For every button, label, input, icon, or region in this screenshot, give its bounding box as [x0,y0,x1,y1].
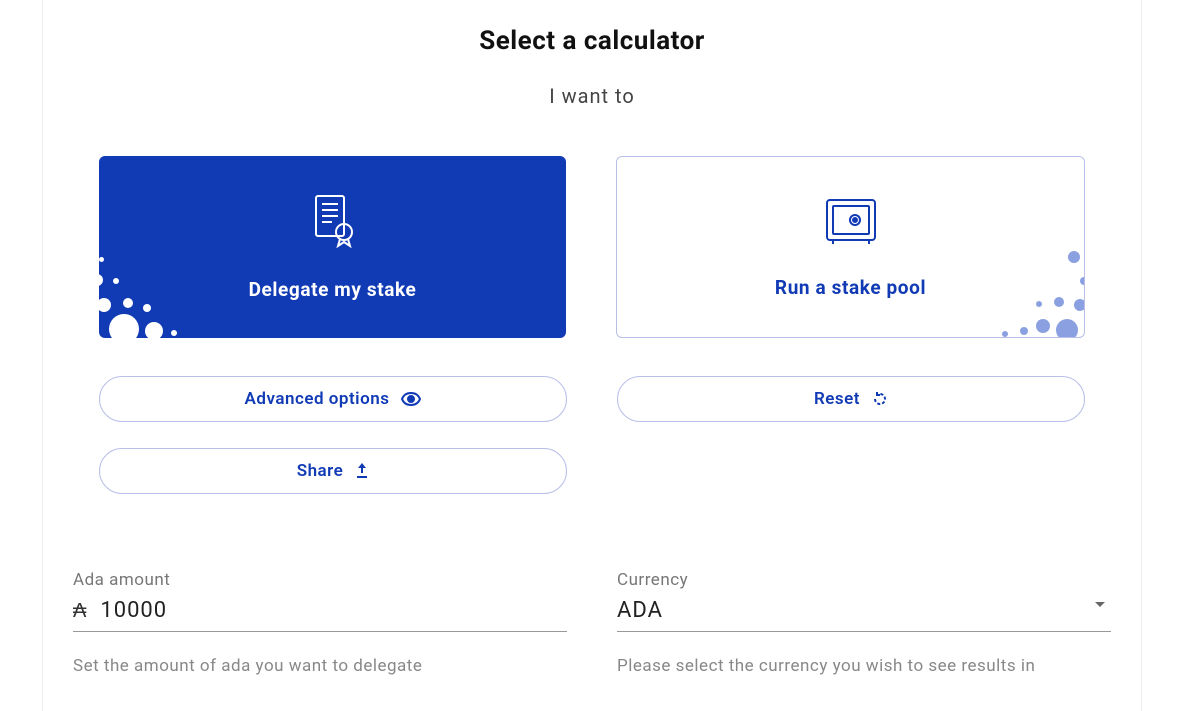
share-button[interactable]: Share [99,448,567,494]
reset-button[interactable]: Reset [617,376,1085,422]
delegate-card-label: Delegate my stake [249,278,417,301]
currency-value: ADA [617,598,1111,623]
ada-amount-label: Ada amount [73,570,567,590]
ada-symbol: ₳ [73,598,86,623]
upload-icon [355,463,369,479]
advanced-options-label: Advanced options [245,389,390,409]
reset-label: Reset [814,389,860,409]
pool-card-label: Run a stake pool [775,276,926,299]
eye-icon [401,392,421,406]
ada-amount-input[interactable] [100,598,567,623]
delegate-stake-card[interactable]: Delegate my stake [99,156,566,338]
ada-amount-field: Ada amount ₳ Set the amount of ada you w… [73,570,567,682]
certificate-icon [308,194,358,252]
safe-icon [823,196,879,250]
decorative-bubbles [99,228,209,338]
decorative-bubbles [974,227,1085,338]
page-title: Select a calculator [73,26,1111,56]
currency-help: Please select the currency you wish to s… [617,650,1111,682]
page-subtitle: I want to [73,84,1111,108]
ada-amount-help: Set the amount of ada you want to delega… [73,650,567,682]
advanced-options-button[interactable]: Advanced options [99,376,567,422]
run-stake-pool-card[interactable]: Run a stake pool [616,156,1085,338]
currency-select[interactable]: ADA [617,594,1111,632]
chevron-down-icon [1095,602,1105,607]
share-label: Share [297,461,344,481]
currency-field: Currency ADA Please select the currency … [617,570,1111,682]
currency-label: Currency [617,570,1111,590]
reset-icon [872,391,888,407]
